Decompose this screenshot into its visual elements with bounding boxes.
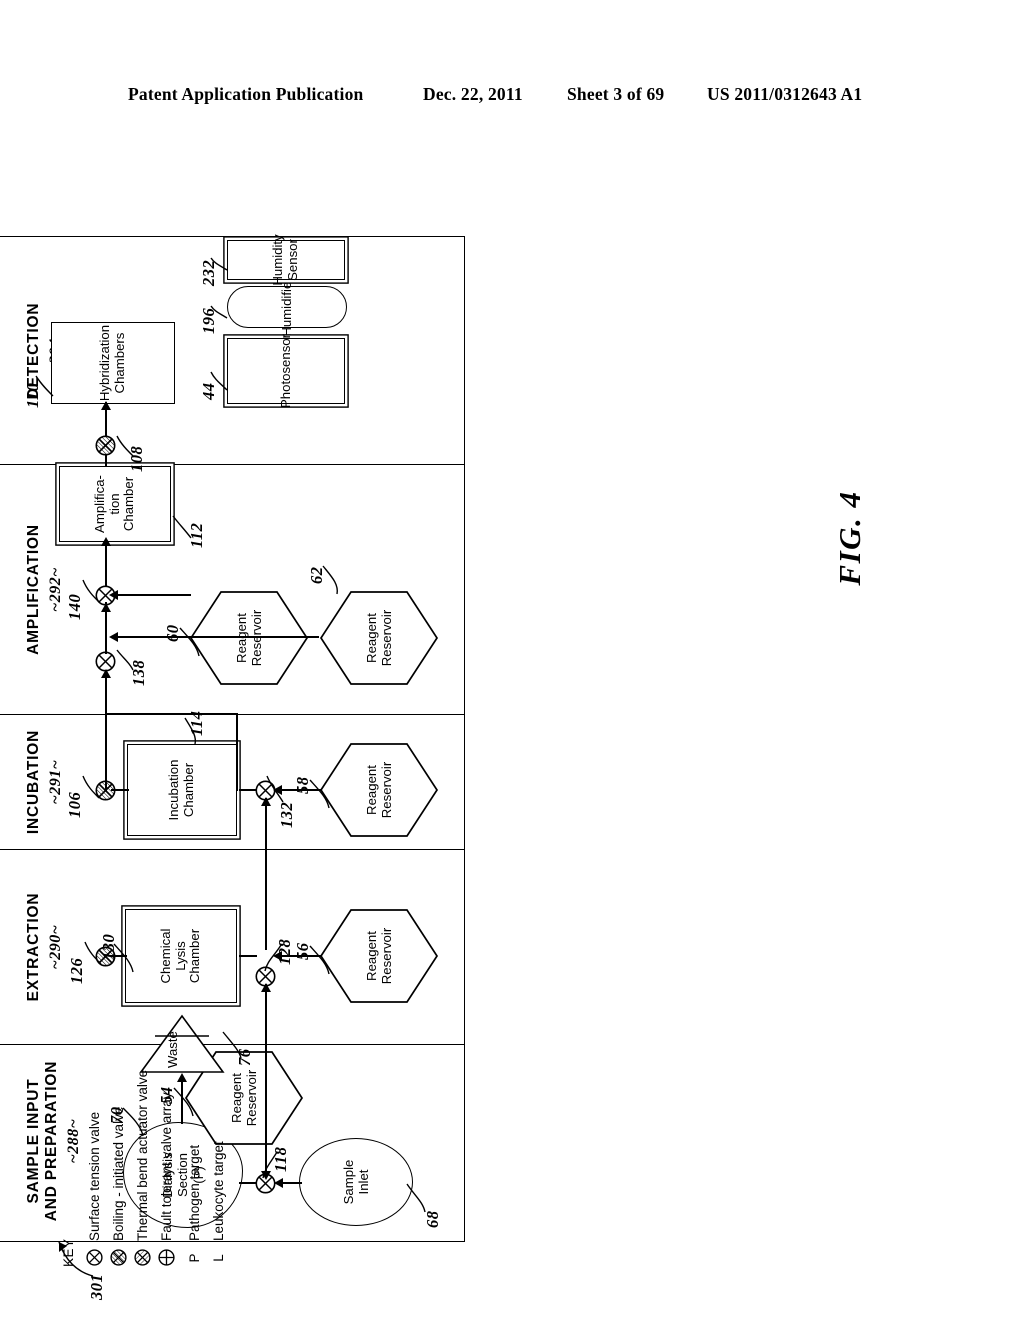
key-item-surface-tension-valve: Surface tension valve (85, 1112, 103, 1267)
key-item-pathogen-target: P Pathogen target (185, 1145, 203, 1267)
key-label-boiling-initiated-valve: Boiling - initiated valve (110, 1106, 126, 1241)
thermal-bend-actuator-valve-icon (133, 1249, 151, 1267)
hybridization-chambers-label: Hybridization Chambers (97, 324, 127, 402)
section-title-sample-input: SAMPLE INPUT AND PREPARATION (25, 1060, 60, 1222)
humidifier-node: Humidifier (227, 277, 347, 337)
line-106-to-138 (105, 670, 107, 784)
section-title-detection: DETECTION (25, 302, 42, 400)
figure-label: FIG. 4 (832, 490, 867, 586)
reagent-reservoir-60: Reagent Reservoir (189, 590, 309, 686)
line-60-to-140 (111, 594, 191, 596)
key-item-thermal-bend-actuator-valve: Thermal bend actuator valve (133, 1070, 151, 1267)
divider-amplification-detection (0, 464, 465, 465)
surface-tension-valve-icon (85, 1249, 103, 1267)
section-title-amplification: AMPLIFICATION (25, 524, 42, 655)
section-title-extraction: EXTRACTION (25, 892, 42, 1002)
key-item-fault-tolerant-valve-array: Fault tolerant valve array (157, 1092, 175, 1267)
pathogen-target-symbol: P (186, 1253, 202, 1263)
line-amplification-to-108 (105, 454, 107, 466)
key-item-boiling-initiated-valve: Boiling - initiated valve (109, 1107, 127, 1267)
key-label-pathogen-target: Pathogen target (186, 1144, 202, 1241)
humidity-sensor-label: Humidity Sensor (270, 234, 300, 286)
amplification-chamber: Amplifica- tion Chamber (59, 466, 171, 542)
leader-110 (35, 375, 54, 397)
reagent-reservoir-60-label: Reagent Reservoir (233, 609, 264, 667)
leader-114 (184, 717, 197, 745)
leader-112 (172, 515, 192, 539)
leukocyte-target-symbol: L (210, 1254, 226, 1262)
reagent-reservoir-62: Reagent Reservoir (319, 590, 439, 686)
line-140-to-amplification (105, 540, 107, 586)
arrow-into-hybridization (101, 401, 111, 410)
arrow-into-138 (101, 669, 111, 678)
key-label-thermal-bend-actuator-valve: Thermal bend actuator valve (134, 1069, 150, 1241)
leader-232 (210, 257, 228, 271)
arrow-60-up (109, 590, 118, 600)
leader-62 (322, 565, 338, 595)
humidifier-label: Humidifier (279, 277, 295, 337)
key-legend: KEY Surface tension valve Boiling - init… (61, 787, 391, 1267)
arrow-62-up (109, 632, 118, 642)
hybridization-chambers: Hybridization Chambers (51, 322, 175, 404)
figure-stage: SAMPLE INPUT AND PREPARATION ~288~ EXTRA… (0, 0, 1024, 1320)
section-title-incubation: INCUBATION (25, 729, 42, 835)
leader-60 (179, 627, 200, 657)
leader-108 (116, 435, 134, 457)
key-label-surface-tension-valve: Surface tension valve (86, 1111, 102, 1241)
arrow-into-amplification (101, 537, 111, 546)
bypass-vertical (105, 713, 237, 715)
key-title: KEY (61, 1238, 76, 1267)
leader-44 (210, 371, 228, 391)
key-item-leukocyte-target: L Leukocyte target (209, 1141, 227, 1267)
fault-tolerant-valve-array-icon (157, 1249, 175, 1267)
leader-196 (210, 305, 228, 319)
bypass-bottom (236, 713, 238, 791)
leader-138 (116, 649, 134, 671)
amplification-chamber-label: Amplifica- tion Chamber (91, 475, 137, 533)
leader-68 (406, 1183, 426, 1213)
leader-140 (82, 579, 100, 603)
key-label-fault-tolerant-valve-array: Fault tolerant valve array (158, 1092, 174, 1241)
line-62-to-138 (111, 636, 319, 638)
humidity-sensor-node: Humidity Sensor (227, 234, 345, 286)
reagent-reservoir-62-label: Reagent Reservoir (363, 609, 394, 667)
photosensor-label: Photosensor (277, 333, 293, 409)
photosensor-node: Photosensor (227, 334, 345, 408)
arrow-into-140 (101, 603, 111, 612)
boiling-initiated-valve-icon (109, 1249, 127, 1267)
key-label-leukocyte-target: Leukocyte target (210, 1141, 226, 1241)
